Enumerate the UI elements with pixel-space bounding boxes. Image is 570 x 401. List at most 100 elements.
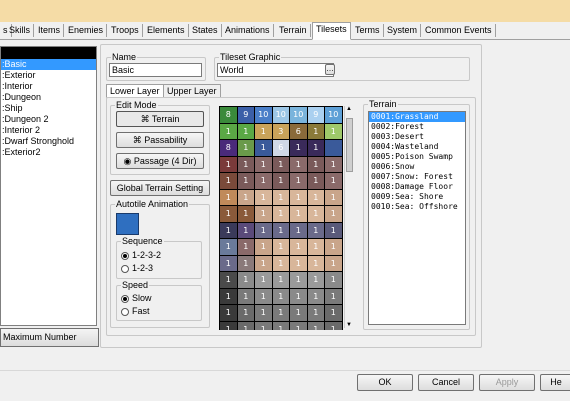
terrain-list-item[interactable]: 0002:Forest bbox=[369, 122, 465, 132]
tile-cell[interactable]: 1 bbox=[255, 222, 272, 238]
tileset-list-item[interactable]: :Dungeon 2 bbox=[1, 114, 96, 125]
tile-cell[interactable]: 1 bbox=[290, 239, 307, 255]
tile-cell[interactable]: 1 bbox=[325, 272, 342, 288]
scroll-down-icon[interactable]: ▼ bbox=[345, 322, 353, 328]
tile-cell[interactable]: 1 bbox=[272, 173, 289, 189]
tile-cell[interactable]: 1 bbox=[307, 305, 324, 321]
global-terrain-setting-button[interactable]: Global Terrain Setting bbox=[110, 180, 210, 196]
tab-terrain[interactable]: Terrain bbox=[276, 24, 311, 37]
browse-button[interactable]: … bbox=[325, 64, 335, 75]
maximum-number-button[interactable]: Maximum Number bbox=[0, 328, 99, 347]
tab-lower-layer[interactable]: Lower Layer bbox=[106, 84, 164, 98]
tile-cell[interactable]: 1 bbox=[255, 272, 272, 288]
tile-cell[interactable]: 1 bbox=[255, 140, 272, 156]
name-input[interactable]: Basic bbox=[109, 63, 202, 77]
tile-cell[interactable]: 1 bbox=[255, 189, 272, 205]
tab-skills[interactable]: Skills bbox=[6, 24, 35, 37]
tile-cell[interactable]: 1 bbox=[220, 123, 237, 139]
tileset-graphic-field[interactable]: World bbox=[217, 63, 334, 77]
tile-cell[interactable]: 1 bbox=[272, 288, 289, 304]
tileset-list-item[interactable]: :Ship bbox=[1, 103, 96, 114]
tile-cell[interactable]: 1 bbox=[290, 222, 307, 238]
tile-cell[interactable]: 1 bbox=[220, 255, 237, 271]
tile-cell[interactable]: 1 bbox=[255, 123, 272, 139]
tile-cell[interactable]: 1 bbox=[290, 140, 307, 156]
speed-option-slow[interactable]: Slow bbox=[121, 293, 152, 303]
tile-cell[interactable]: 1 bbox=[307, 123, 324, 139]
tile-cell[interactable]: 1 bbox=[272, 156, 289, 172]
tile-cell[interactable]: 1 bbox=[220, 206, 237, 222]
tab-animations[interactable]: Animations bbox=[222, 24, 274, 37]
tile-cell[interactable]: 1 bbox=[272, 305, 289, 321]
tile-cell[interactable]: 8 bbox=[220, 107, 237, 123]
ok-button[interactable]: OK bbox=[357, 374, 413, 391]
tab-system[interactable]: System bbox=[384, 24, 422, 37]
tile-cell[interactable]: 1 bbox=[307, 272, 324, 288]
tab-tilesets[interactable]: Tilesets bbox=[312, 22, 351, 40]
tab-terms[interactable]: Terms bbox=[352, 24, 384, 37]
tileset-list-item[interactable]: :Basic bbox=[1, 59, 96, 70]
passability-mode-button[interactable]: ⌘ Passability bbox=[116, 132, 204, 148]
tile-cell[interactable]: 1 bbox=[325, 206, 342, 222]
tile-cell[interactable]: 1 bbox=[220, 321, 237, 330]
tile-cell[interactable]: 10 bbox=[255, 107, 272, 123]
tile-cell[interactable]: 1 bbox=[307, 222, 324, 238]
tile-cell[interactable]: 1 bbox=[237, 222, 254, 238]
tile-cell[interactable]: 1 bbox=[220, 239, 237, 255]
tile-cell[interactable]: 1 bbox=[325, 321, 342, 330]
tile-cell[interactable]: 1 bbox=[237, 189, 254, 205]
terrain-list-item[interactable]: 0008:Damage Floor bbox=[369, 182, 465, 192]
tileset-list-item[interactable]: :Exterior bbox=[1, 70, 96, 81]
tile-cell[interactable]: 1 bbox=[272, 206, 289, 222]
tile-cell[interactable]: 1 bbox=[325, 288, 342, 304]
tile-cell[interactable]: 1 bbox=[307, 239, 324, 255]
help-button[interactable]: He bbox=[540, 374, 570, 391]
tileset-palette[interactable]: 8 9 10 10 10 9 10 1 1 1 3 6 1 1 8 1 1 6 1 1 1 1 1 1 1 1 1 1 1 1 1 1 1 1 1 1… bbox=[219, 106, 343, 330]
tile-cell[interactable]: 1 bbox=[307, 140, 324, 156]
tile-cell[interactable]: 1 bbox=[237, 140, 254, 156]
tile-cell[interactable]: 1 bbox=[290, 272, 307, 288]
tile-cell[interactable]: 1 bbox=[307, 206, 324, 222]
tile-cell[interactable]: 1 bbox=[220, 272, 237, 288]
tile-cell[interactable]: 1 bbox=[290, 305, 307, 321]
tile-cell[interactable]: 10 bbox=[290, 107, 307, 123]
tile-cell[interactable]: 1 bbox=[237, 255, 254, 271]
tile-cell[interactable]: 1 bbox=[237, 239, 254, 255]
tileset-list-item[interactable]: :Dungeon bbox=[1, 92, 96, 103]
tab-items[interactable]: Items bbox=[35, 24, 65, 37]
tile-cell[interactable]: 1 bbox=[255, 321, 272, 330]
tile-cell[interactable]: 1 bbox=[255, 305, 272, 321]
tileset-list-item[interactable]: :Interior 2 bbox=[1, 125, 96, 136]
tab-enemies[interactable]: Enemies bbox=[65, 24, 108, 37]
tile-cell[interactable]: 1 bbox=[307, 189, 324, 205]
tile-cell[interactable]: 1 bbox=[325, 189, 342, 205]
terrain-list-item[interactable]: 0005:Poison Swamp bbox=[369, 152, 465, 162]
terrain-list[interactable]: 0001:Grassland 0002:Forest 0003:Desert 0… bbox=[368, 111, 466, 325]
sequence-option-1232[interactable]: 1-2-3-2 bbox=[121, 250, 161, 260]
terrain-list-item[interactable]: 0001:Grassland bbox=[369, 112, 465, 122]
tile-cell[interactable]: 1 bbox=[255, 255, 272, 271]
tile-cell[interactable]: 1 bbox=[220, 189, 237, 205]
tile-cell[interactable]: 6 bbox=[272, 140, 289, 156]
terrain-list-item[interactable]: 0009:Sea: Shore bbox=[369, 192, 465, 202]
terrain-list-item[interactable]: 0006:Snow bbox=[369, 162, 465, 172]
tile-cell[interactable]: 1 bbox=[220, 222, 237, 238]
tile-cell[interactable]: 1 bbox=[325, 173, 342, 189]
tile-cell[interactable]: 1 bbox=[255, 239, 272, 255]
tile-cell[interactable]: 6 bbox=[290, 123, 307, 139]
tab-upper-layer[interactable]: Upper Layer bbox=[163, 84, 221, 98]
tile-cell[interactable]: 1 bbox=[255, 156, 272, 172]
tile-cell[interactable]: 1 bbox=[325, 156, 342, 172]
apply-button[interactable]: Apply bbox=[479, 374, 535, 391]
tile-cell[interactable]: 3 bbox=[272, 123, 289, 139]
tile-cell[interactable]: 8 bbox=[220, 140, 237, 156]
tile-cell[interactable]: 1 bbox=[220, 305, 237, 321]
tile-cell[interactable]: 1 bbox=[290, 288, 307, 304]
tile-cell[interactable]: 9 bbox=[237, 107, 254, 123]
tile-cell[interactable]: 1 bbox=[237, 206, 254, 222]
tile-cell[interactable]: 1 bbox=[290, 173, 307, 189]
speed-option-fast[interactable]: Fast bbox=[121, 306, 150, 316]
tileset-scrollbar[interactable]: ▲ ▼ bbox=[344, 106, 353, 328]
tile-cell[interactable]: 1 bbox=[237, 173, 254, 189]
tile-cell[interactable]: 1 bbox=[255, 206, 272, 222]
